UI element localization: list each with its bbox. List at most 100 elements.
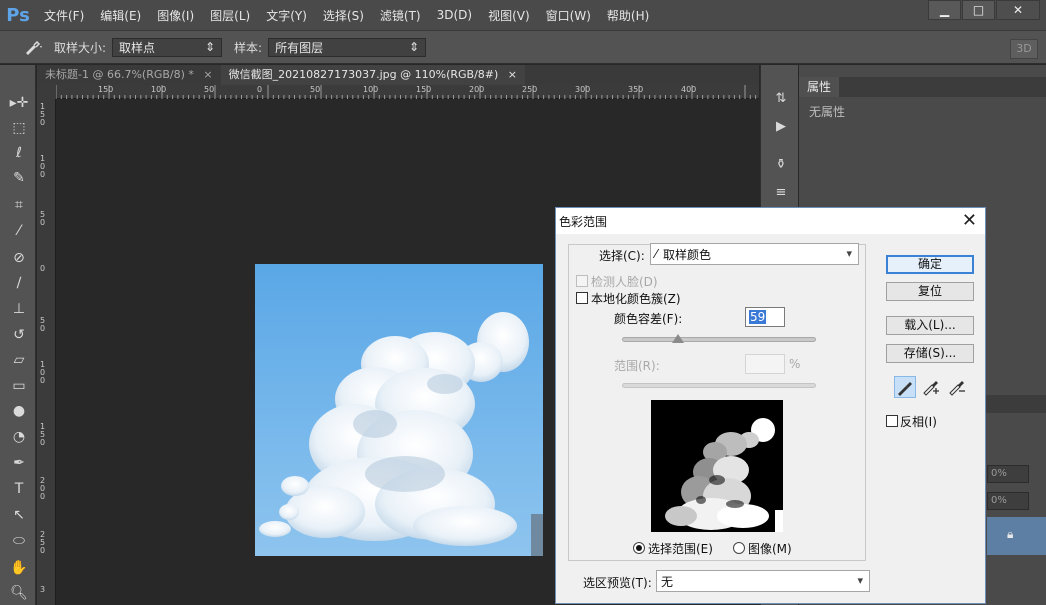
selection-radio[interactable] (633, 542, 645, 554)
detect-faces-label: 检测人脸(D) (591, 275, 658, 289)
history-panel-icon[interactable]: ⇅ (771, 91, 791, 109)
sample-size-label: 取样大小: (54, 40, 107, 55)
sample-label: 样本: (234, 40, 263, 55)
reset-button[interactable]: 复位 (886, 282, 974, 301)
brush-tool-icon[interactable]: ∕ (8, 273, 30, 293)
tab-properties[interactable]: 属性 (799, 77, 840, 97)
menu-view[interactable]: 视图(V) (480, 7, 538, 24)
fuzziness-input[interactable]: 59 (745, 307, 785, 327)
menu-image[interactable]: 图像(I) (149, 7, 202, 24)
maximize-button[interactable]: □ (962, 0, 995, 20)
menu-type[interactable]: 文字(Y) (258, 7, 315, 24)
ruler-h-label: 100 (363, 85, 379, 94)
eraser-tool-icon[interactable]: ▱ (8, 350, 30, 370)
menu-3d[interactable]: 3D(D) (429, 8, 480, 22)
ruler-h-label: 0 (257, 85, 263, 94)
actions-panel-icon[interactable]: ▶ (771, 119, 791, 137)
fuzziness-slider-thumb[interactable] (672, 334, 685, 343)
detect-faces-checkbox[interactable] (576, 275, 588, 287)
tab-untitled[interactable]: 未标题-1 @ 66.7%(RGB/8) * × (37, 65, 221, 85)
3d-mode-button[interactable]: 3D (1010, 39, 1038, 59)
photoshop-window: Ps 文件(F) 编辑(E) 图像(I) 图层(L) 文字(Y) 选择(S) 滤… (0, 0, 1046, 605)
hand-tool-icon[interactable]: ✋ (8, 558, 30, 578)
ruler-v-label: 1 0 0 (40, 360, 46, 385)
eyedropper-tool-icon[interactable]: ⁄ (8, 221, 30, 241)
select-combobox[interactable]: ⁄ 取样颜色 ▾ (650, 243, 859, 265)
dialog-title: 色彩范围 (559, 215, 608, 229)
lock-icon: 🔒︎ (1007, 527, 1014, 541)
dodge-tool-icon[interactable]: ◔ (8, 427, 30, 447)
load-button[interactable]: 载入(L)... (886, 316, 974, 335)
layer-row-selected[interactable]: 🔒︎ (987, 517, 1046, 555)
selection-preview-select[interactable]: 无 ▾ (656, 570, 870, 592)
ruler-h-label: 150 (98, 85, 114, 94)
close-tab-icon[interactable]: × (203, 68, 212, 81)
menu-window[interactable]: 窗口(W) (538, 7, 599, 24)
close-window-button[interactable]: ✕ (996, 0, 1040, 20)
ruler-h-label: 300 (575, 85, 591, 94)
lasso-tool-icon[interactable]: ℓ (8, 143, 30, 163)
dialog-close-icon[interactable]: ✕ (962, 210, 977, 231)
ruler-v-label: 5 0 (40, 316, 46, 333)
fuzziness-slider-track[interactable] (622, 337, 816, 342)
horizontal-ruler[interactable]: 150 100 50 0 50 100 150 200 250 300 350 … (56, 85, 759, 99)
menu-select[interactable]: 选择(S) (315, 7, 372, 24)
add-to-sample-eyedropper-icon[interactable] (920, 376, 942, 398)
localized-clusters-label: 本地化颜色簇(Z) (591, 292, 681, 306)
sample-size-select[interactable]: 取样点 ⇕ (112, 37, 223, 57)
sample-size-value: 取样点 (119, 40, 156, 55)
brush-panel-icon[interactable]: ⚱ (771, 157, 791, 175)
cloud-photo[interactable] (255, 264, 543, 556)
minimize-button[interactable]: ▁ (928, 0, 961, 20)
menu-bar: Ps 文件(F) 编辑(E) 图像(I) 图层(L) 文字(Y) 选择(S) 滤… (0, 0, 1046, 30)
move-tool-icon[interactable]: ▸✛ (8, 93, 30, 113)
save-button[interactable]: 存储(S)... (886, 344, 974, 363)
eyedropper-tool-preset-icon[interactable] (22, 37, 44, 57)
menu-edit[interactable]: 编辑(E) (92, 7, 149, 24)
select-arrows-icon: ⇕ (204, 40, 216, 54)
type-tool-icon[interactable]: T (8, 479, 30, 499)
marquee-tool-icon[interactable]: ⬚ (8, 118, 30, 138)
adjustments-panel-icon[interactable]: ≡ (771, 185, 791, 203)
quick-selection-tool-icon[interactable]: ✎ (8, 168, 30, 188)
ps-logo: Ps (6, 4, 30, 26)
ruler-h-label: 50 (204, 85, 215, 94)
crop-tool-icon[interactable]: ⌗ (8, 195, 30, 215)
sample-select[interactable]: 所有图层 ⇕ (268, 37, 427, 57)
invert-checkbox[interactable] (886, 415, 898, 427)
properties-panel-header: 属性 (799, 77, 1046, 97)
ruler-h-label: 350 (628, 85, 644, 94)
opacity-field[interactable]: 0% (987, 465, 1029, 483)
image-radio[interactable] (733, 542, 745, 554)
chevron-down-icon: ▾ (857, 574, 863, 587)
blur-tool-icon[interactable]: ● (8, 401, 30, 421)
eyedropper-icon[interactable] (894, 376, 916, 398)
ok-button[interactable]: 确定 (886, 255, 974, 274)
vertical-ruler[interactable]: 1 5 0 1 0 0 5 0 0 5 0 1 0 0 1 5 0 2 0 0 … (37, 99, 56, 605)
localized-clusters-checkbox[interactable] (576, 292, 588, 304)
close-tab-icon[interactable]: × (508, 68, 517, 81)
menu-filter[interactable]: 滤镜(T) (372, 7, 429, 24)
clone-stamp-tool-icon[interactable]: ⊥ (8, 299, 30, 319)
gradient-tool-icon[interactable]: ▭ (8, 376, 30, 396)
range-input[interactable] (745, 354, 785, 374)
range-slider-track[interactable] (622, 383, 816, 388)
path-selection-tool-icon[interactable]: ↖ (8, 505, 30, 525)
ruler-v-label: 2 0 0 (40, 476, 46, 501)
ruler-v-label: 2 5 0 (40, 530, 46, 555)
fuzziness-value: 59 (749, 310, 767, 324)
pen-tool-icon[interactable]: ✒ (8, 453, 30, 473)
window-controls: ▁ □ ✕ (927, 0, 1040, 20)
tools-panel: ▸✛ ⬚ ℓ ✎ ⌗ ⁄ ⊘ ∕ ⊥ ↺ ▱ ▭ ● ◔ ✒ T ↖ ⬭ ✋ 🔍… (0, 65, 36, 605)
tab-screenshot[interactable]: 微信截图_20210827173037.jpg @ 110%(RGB/8#) × (220, 65, 525, 85)
menu-file[interactable]: 文件(F) (36, 7, 92, 24)
menu-help[interactable]: 帮助(H) (599, 7, 657, 24)
fuzziness-label: 颜色容差(F): (614, 312, 683, 326)
fill-field[interactable]: 0% (987, 492, 1029, 510)
history-brush-tool-icon[interactable]: ↺ (8, 325, 30, 345)
ellipse-tool-icon[interactable]: ⬭ (8, 531, 30, 551)
healing-brush-tool-icon[interactable]: ⊘ (8, 248, 30, 268)
menu-layer[interactable]: 图层(L) (202, 7, 258, 24)
subtract-from-sample-eyedropper-icon[interactable] (946, 376, 968, 398)
zoom-tool-icon[interactable]: 🔍︎ (8, 583, 30, 603)
